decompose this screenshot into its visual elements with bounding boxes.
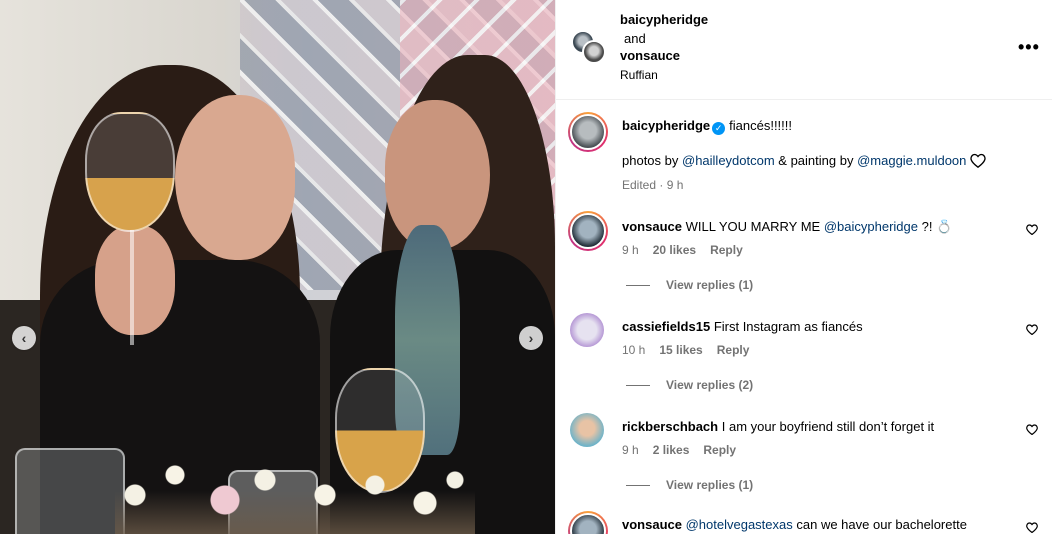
heart-icon xyxy=(1026,424,1038,436)
caption-credits: photos by @hailleydotcom & painting by @… xyxy=(622,153,987,171)
caption-username[interactable]: baicypheridge xyxy=(622,118,710,133)
verified-badge-icon: ✓ xyxy=(712,122,726,135)
mention-link[interactable]: @baicypheridge xyxy=(824,219,918,234)
heart-icon xyxy=(1026,522,1038,534)
view-replies-button[interactable]: View replies (1) xyxy=(626,478,753,492)
comment-text: vonsauce @hotelvegastexas can we have ou… xyxy=(622,517,967,532)
caption-credits-middle: & painting by xyxy=(774,153,858,168)
view-replies-label: View replies (1) xyxy=(666,478,754,492)
caption-text: fiancés!!!!!! xyxy=(729,118,793,133)
photo-flowers xyxy=(115,455,475,534)
comment-body: WILL YOU MARRY ME xyxy=(685,219,824,234)
avatar xyxy=(570,313,604,347)
avatar xyxy=(570,213,606,249)
post-side-panel: baicypheridge and vonsauce Ruffian ••• b… xyxy=(555,0,1052,534)
comment-username[interactable]: rickberschbach xyxy=(622,419,718,434)
comment-avatar[interactable] xyxy=(570,413,604,447)
photo-glass-stem xyxy=(130,230,134,345)
comment-like-button[interactable] xyxy=(1026,522,1038,534)
comment-likes[interactable]: 2 likes xyxy=(653,443,690,457)
comment-avatar[interactable] xyxy=(570,313,604,347)
avatar xyxy=(570,513,606,534)
caption-meta: Edited · 9 h xyxy=(622,178,684,192)
comment-meta: 9 h 20 likes Reply xyxy=(622,243,757,257)
avatar xyxy=(570,114,606,150)
chevron-left-icon: ‹ xyxy=(21,330,27,346)
comment-time: 9 h xyxy=(622,443,639,457)
comment-like-button[interactable] xyxy=(1026,324,1038,338)
reply-button[interactable]: Reply xyxy=(717,343,750,357)
divider xyxy=(626,485,650,487)
comment-meta: 9 h 2 likes Reply xyxy=(622,443,750,457)
photo-water-glass xyxy=(15,448,125,534)
location-link[interactable]: Ruffian xyxy=(620,68,658,82)
reply-button[interactable]: Reply xyxy=(710,243,743,257)
comment-username[interactable]: vonsauce xyxy=(622,517,682,532)
comment-body: I am your boyfriend still don’t forget i… xyxy=(721,419,935,434)
avatar xyxy=(570,413,604,447)
header-username-2[interactable]: vonsauce xyxy=(620,48,680,63)
view-replies-button[interactable]: View replies (1) xyxy=(626,278,753,292)
comment-avatar[interactable] xyxy=(568,211,608,251)
reply-button[interactable]: Reply xyxy=(703,443,736,457)
divider xyxy=(626,385,650,387)
caption-line: baicypheridge ✓ fiancés!!!!!! xyxy=(622,118,792,135)
comment-text: vonsauce WILL YOU MARRY ME @baicypheridg… xyxy=(622,219,952,235)
view-replies-label: View replies (2) xyxy=(666,378,754,392)
post-photo[interactable]: ‹ › xyxy=(0,0,555,534)
comment-time: 9 h xyxy=(622,243,639,257)
more-options-icon[interactable]: ••• xyxy=(1018,37,1040,58)
comment-username[interactable]: cassiefields15 xyxy=(622,319,710,334)
photo-hand xyxy=(95,225,175,335)
comment-like-button[interactable] xyxy=(1026,224,1038,238)
collab-avatars[interactable] xyxy=(571,30,606,64)
comment-meta: 10 h 15 likes Reply xyxy=(622,343,763,357)
mention-link[interactable]: @hailleydotcom xyxy=(682,153,775,168)
heart-icon xyxy=(970,153,987,171)
photo-wine-glass-left xyxy=(85,112,175,232)
comment-text: cassiefields15 First Instagram as fiancé… xyxy=(622,319,863,334)
view-replies-label: View replies (1) xyxy=(666,278,754,292)
comment-like-button[interactable] xyxy=(1026,424,1038,438)
divider xyxy=(626,285,650,287)
comment-body: can we have our bachelorette xyxy=(792,517,967,532)
avatar xyxy=(582,40,606,64)
view-replies-button[interactable]: View replies (2) xyxy=(626,378,753,392)
comment-likes[interactable]: 15 likes xyxy=(659,343,702,357)
comment-body-suffix: ?! 💍 xyxy=(918,219,953,234)
comment-likes[interactable]: 20 likes xyxy=(653,243,696,257)
chevron-right-icon: › xyxy=(528,330,534,346)
comment-avatar[interactable] xyxy=(568,511,608,534)
comment-body: First Instagram as fiancés xyxy=(713,319,863,334)
caption-avatar[interactable] xyxy=(568,112,608,152)
comment-text: rickberschbach I am your boyfriend still… xyxy=(622,419,934,434)
mention-link[interactable]: @maggie.muldoon xyxy=(857,153,966,168)
mention-link[interactable]: @hotelvegastexas xyxy=(686,517,793,532)
heart-icon xyxy=(1026,224,1038,236)
comment-time: 10 h xyxy=(622,343,646,357)
header-conjunction: and xyxy=(624,31,646,46)
carousel-prev-button[interactable]: ‹ xyxy=(12,326,36,350)
carousel-next-button[interactable]: › xyxy=(519,326,543,350)
heart-icon xyxy=(1026,324,1038,336)
comment-username[interactable]: vonsauce xyxy=(622,219,682,234)
photo-person-left-face xyxy=(175,95,295,260)
header-username-1[interactable]: baicypheridge xyxy=(620,12,708,27)
caption-credits-prefix: photos by xyxy=(622,153,682,168)
post-header: baicypheridge and vonsauce Ruffian ••• xyxy=(556,0,1052,100)
